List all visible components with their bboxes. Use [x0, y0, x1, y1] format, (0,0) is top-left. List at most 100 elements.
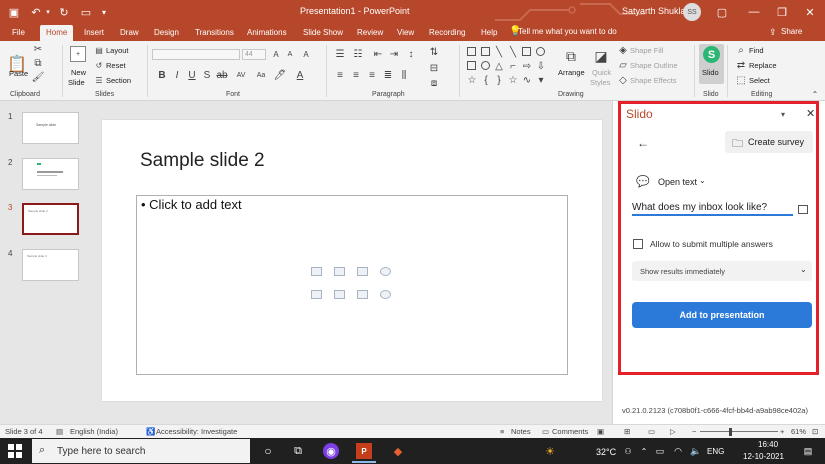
shape-fill-button[interactable]: Shape Fill — [630, 46, 663, 55]
arrow-down-icon[interactable]: ⇩ — [536, 61, 546, 72]
arrange-button[interactable]: Arrange — [558, 68, 585, 77]
battery-icon[interactable]: ▭ — [652, 443, 668, 459]
increase-indent-icon[interactable]: ⇥ — [388, 49, 400, 60]
decrease-font-icon[interactable]: A — [284, 49, 296, 60]
new-slide-label-1[interactable]: New — [71, 68, 86, 77]
show-hidden-icons-icon[interactable]: ⌃ — [636, 443, 652, 459]
highlight-icon[interactable]: 🖊 — [274, 69, 287, 81]
question-type-select[interactable]: Open text — [658, 177, 697, 187]
task-view-icon[interactable]: ⧉ — [290, 443, 306, 459]
insert-video-icon[interactable] — [357, 290, 368, 299]
reading-view-icon[interactable]: ▭ — [648, 427, 655, 436]
user-avatar[interactable]: SS — [683, 3, 701, 21]
underline-icon[interactable]: U — [186, 69, 198, 81]
arrange-icon[interactable]: ⧉ — [560, 47, 582, 65]
show-results-chevron-icon[interactable]: ⌄ — [800, 265, 807, 274]
reset-button[interactable]: Reset — [106, 61, 126, 70]
fit-to-window-icon[interactable]: ⊡ — [812, 427, 818, 436]
windows-start-icon[interactable] — [8, 444, 22, 458]
insert-picture-icon[interactable] — [311, 290, 322, 299]
bracket-shape-icon[interactable]: { — [481, 75, 491, 86]
strikethrough-icon[interactable]: ab — [216, 69, 228, 81]
new-slide-label-2[interactable]: Slide — [68, 78, 85, 87]
brace-shape-icon[interactable]: } — [494, 75, 504, 86]
notification-center-icon[interactable]: ▤ — [800, 443, 816, 459]
tab-help[interactable]: Help — [481, 26, 497, 41]
clock-time[interactable]: 16:40 — [758, 440, 778, 449]
app-icon[interactable]: ◆ — [390, 443, 406, 459]
clock-date[interactable]: 12-10-2021 — [743, 452, 784, 461]
triangle-shape-icon[interactable]: △ — [494, 61, 504, 72]
redo-icon[interactable]: ↻ — [56, 4, 72, 20]
people-icon[interactable]: ⚇ — [620, 443, 636, 459]
zoom-slider-handle[interactable] — [729, 428, 732, 436]
insert-smartart-icon[interactable] — [357, 267, 368, 276]
pane-close-icon[interactable]: ✕ — [806, 107, 815, 120]
line-shape-icon-2[interactable]: ╲ — [508, 47, 518, 58]
select-button[interactable]: Select — [749, 76, 770, 85]
volume-icon[interactable]: 🔈 — [688, 443, 704, 459]
weather-icon[interactable]: ☀ — [542, 443, 558, 459]
tab-insert[interactable]: Insert — [84, 26, 104, 41]
allow-multiple-label[interactable]: Allow to submit multiple answers — [650, 239, 773, 249]
bullets-icon[interactable]: ☰ — [334, 49, 346, 60]
share-button[interactable]: Share — [781, 27, 802, 36]
tab-slide-show[interactable]: Slide Show — [303, 26, 343, 41]
more-shapes-icon[interactable]: ▾ — [536, 75, 546, 86]
question-input-text[interactable]: What does my inbox look like? — [632, 202, 767, 213]
align-text-icon[interactable]: ⊟ — [428, 63, 440, 74]
font-size-combo[interactable]: 44 — [242, 49, 266, 60]
browser-icon[interactable]: ◉ — [323, 443, 339, 459]
zoom-out-icon[interactable]: − — [692, 427, 696, 436]
shape-outline-button[interactable]: Shape Outline — [630, 61, 678, 70]
taskbar-search-placeholder[interactable]: Type here to search — [57, 446, 145, 457]
font-name-combo[interactable] — [152, 49, 240, 60]
quick-styles-icon[interactable]: ◪ — [592, 47, 610, 65]
close-icon[interactable]: ✕ — [802, 4, 818, 20]
increase-font-icon[interactable]: A — [270, 49, 282, 60]
insert-3d-model-icon[interactable] — [380, 267, 391, 276]
tab-draw[interactable]: Draw — [120, 26, 139, 41]
smartart-icon[interactable]: ⧈ — [428, 78, 440, 89]
zoom-level[interactable]: 61% — [791, 427, 806, 436]
tab-design[interactable]: Design — [154, 26, 179, 41]
slideshow-icon[interactable]: ▭ — [78, 4, 94, 20]
shadow-icon[interactable]: S — [201, 69, 213, 81]
star-shape-icon-2[interactable]: ☆ — [508, 75, 518, 86]
autosave-icon[interactable]: ▣ — [6, 4, 22, 20]
shape-effects-button[interactable]: Shape Effects — [630, 76, 677, 85]
customize-toolbar-icon[interactable]: ▾ — [96, 4, 112, 20]
align-left-icon[interactable]: ≡ — [334, 69, 346, 81]
bold-icon[interactable]: B — [156, 69, 168, 81]
pane-options-icon[interactable]: ▾ — [781, 110, 785, 119]
stock-images-icon[interactable] — [334, 290, 345, 299]
tab-file[interactable]: File — [12, 26, 25, 41]
slide-thumbnail-3[interactable]: Sample slide 2 — [22, 203, 79, 235]
insert-chart-icon[interactable] — [334, 267, 345, 276]
slido-button-label[interactable]: Slido — [702, 68, 719, 77]
content-placeholder-text[interactable]: • Click to add text — [141, 197, 242, 212]
tab-home[interactable]: Home — [40, 25, 74, 41]
image-upload-icon[interactable] — [798, 205, 808, 214]
paste-button[interactable]: Paste — [9, 69, 28, 78]
tab-review[interactable]: Review — [357, 26, 383, 41]
quick-styles-label-2[interactable]: Styles — [590, 78, 610, 87]
tab-recording[interactable]: Recording — [429, 26, 465, 41]
tab-view[interactable]: View — [397, 26, 414, 41]
content-placeholder[interactable] — [136, 195, 568, 375]
collapse-ribbon-icon[interactable]: ⌃ — [810, 89, 820, 99]
justify-icon[interactable]: ≣ — [382, 69, 394, 81]
arrow-right-icon[interactable]: ⇨ — [522, 61, 532, 72]
zoom-in-icon[interactable]: + — [780, 427, 784, 436]
insert-icons-icon[interactable] — [380, 290, 391, 299]
line-spacing-icon[interactable]: ↕ — [405, 49, 417, 60]
font-color-icon[interactable]: A — [294, 69, 306, 81]
slide-sorter-icon[interactable]: ⊞ — [624, 427, 630, 436]
italic-icon[interactable]: I — [171, 69, 183, 81]
decrease-indent-icon[interactable]: ⇤ — [372, 49, 384, 60]
align-center-icon[interactable]: ≡ — [350, 69, 362, 81]
numbering-icon[interactable]: ☷ — [352, 49, 364, 60]
char-spacing-icon[interactable]: AV — [234, 69, 248, 81]
accessibility-status[interactable]: Accessibility: Investigate — [156, 427, 237, 436]
layout-button[interactable]: Layout — [106, 46, 129, 55]
